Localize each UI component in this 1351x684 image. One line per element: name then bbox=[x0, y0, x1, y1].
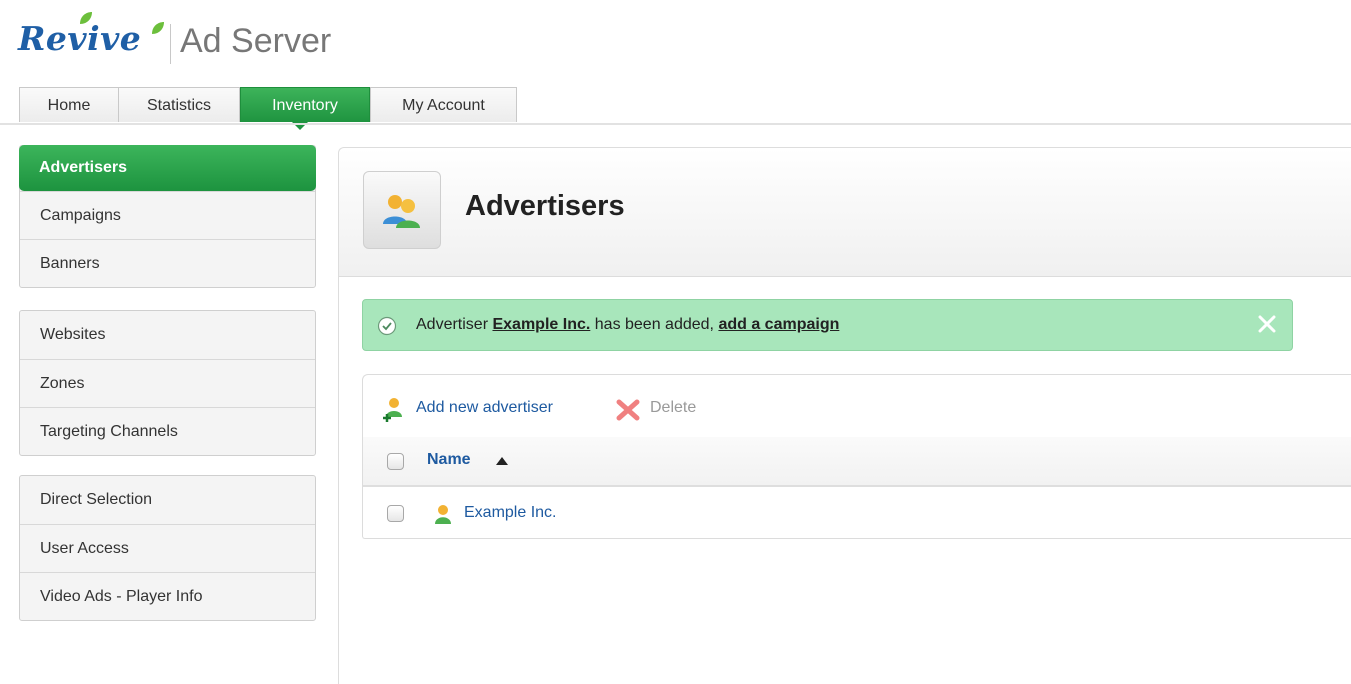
sidebar-item-banners[interactable]: Banners bbox=[20, 239, 315, 287]
tab-statistics[interactable]: Statistics bbox=[118, 87, 240, 122]
sidebar-item-campaigns[interactable]: Campaigns bbox=[20, 191, 315, 239]
notice-prefix: Advertiser bbox=[416, 316, 489, 333]
tab-my-account[interactable]: My Account bbox=[370, 87, 517, 122]
column-header-name[interactable]: Name bbox=[427, 451, 471, 469]
sidebar-item-zones[interactable]: Zones bbox=[20, 359, 315, 407]
logo-product: Ad Server bbox=[180, 22, 332, 60]
page-icon-box bbox=[363, 171, 441, 249]
sidebar-item-direct-selection[interactable]: Direct Selection bbox=[20, 476, 315, 524]
delete-x-icon bbox=[616, 399, 640, 421]
notice-middle: has been added, bbox=[594, 316, 714, 333]
advertisers-icon bbox=[383, 195, 420, 228]
close-icon[interactable] bbox=[1256, 313, 1278, 335]
list-toolbar: Add new advertiser Delete bbox=[363, 375, 1351, 438]
advertiser-name-link[interactable]: Example Inc. bbox=[464, 504, 556, 522]
tab-inventory[interactable]: Inventory bbox=[240, 87, 370, 122]
select-all-checkbox[interactable] bbox=[387, 453, 404, 470]
add-new-advertiser-label: Add new advertiser bbox=[416, 399, 553, 416]
sidebar-item-websites[interactable]: Websites bbox=[20, 311, 315, 359]
notice-advertiser-link[interactable]: Example Inc. bbox=[492, 316, 590, 333]
sidebar-group-tools: Direct Selection User Access Video Ads -… bbox=[19, 475, 316, 621]
sidebar-item-user-access[interactable]: User Access bbox=[20, 524, 315, 572]
sidebar-item-video-ads-player-info[interactable]: Video Ads - Player Info bbox=[20, 572, 315, 620]
tab-home[interactable]: Home bbox=[19, 87, 119, 122]
leaf-icon bbox=[80, 12, 92, 24]
notice-text: Advertiser Example Inc. has been added, … bbox=[416, 316, 839, 334]
row-checkbox[interactable] bbox=[387, 505, 404, 522]
delete-label: Delete bbox=[650, 399, 697, 416]
tabs-divider bbox=[0, 123, 1351, 125]
sort-ascending-icon bbox=[496, 457, 508, 465]
table-row: Example Inc. bbox=[363, 487, 1351, 539]
check-circle-icon bbox=[377, 316, 397, 336]
table-header-row: Name bbox=[363, 437, 1351, 487]
sidebar-group-advertisers: Advertisers Campaigns Banners bbox=[19, 145, 316, 288]
advertiser-icon bbox=[435, 505, 451, 524]
sidebar-item-advertisers[interactable]: Advertisers bbox=[19, 145, 316, 191]
notice-add-campaign-link[interactable]: add a campaign bbox=[718, 316, 839, 333]
logo-separator bbox=[170, 24, 171, 64]
leaf-icon bbox=[152, 22, 164, 34]
sidebar-item-targeting-channels[interactable]: Targeting Channels bbox=[20, 407, 315, 455]
success-notice: Advertiser Example Inc. has been added, … bbox=[362, 299, 1293, 351]
page-title: Advertisers bbox=[465, 190, 625, 222]
sidebar-group-websites: Websites Zones Targeting Channels bbox=[19, 310, 316, 456]
add-user-icon bbox=[383, 398, 402, 422]
advertiser-list: Add new advertiser Delete Name Example I… bbox=[362, 374, 1351, 539]
